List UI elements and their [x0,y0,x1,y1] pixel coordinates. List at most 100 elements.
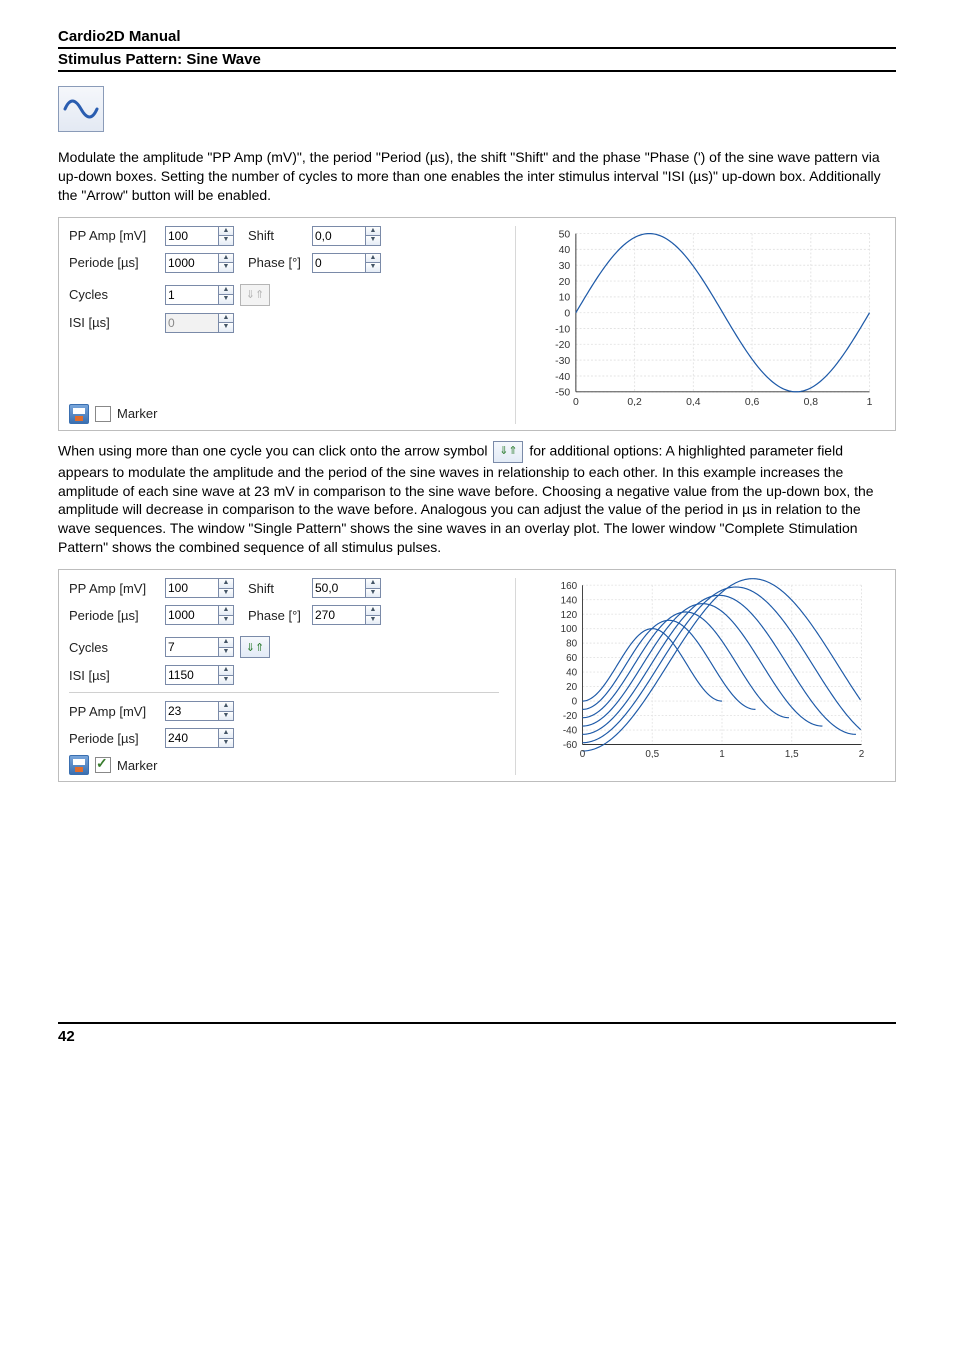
spinner-down-icon[interactable]: ▼ [218,675,234,686]
isi-input[interactable] [165,665,219,685]
pp-amp-input[interactable] [165,578,219,598]
isi-spinner[interactable]: ▲▼ [165,665,234,685]
svg-text:-10: -10 [555,324,570,335]
periode-input[interactable] [165,605,219,625]
svg-text:30: 30 [559,261,571,272]
svg-text:100: 100 [561,624,578,635]
label-isi: ISI [µs] [69,668,159,683]
cycles-spinner[interactable]: ▲▼ [165,637,234,657]
label-phase: Phase [°] [248,608,306,623]
svg-text:40: 40 [566,668,577,679]
svg-text:160: 160 [561,581,578,592]
spinner-down-icon[interactable]: ▼ [365,588,381,599]
phase-spinner[interactable]: ▲▼ [312,253,381,273]
page-number: 42 [58,1022,896,1045]
pp-amp-step-input[interactable] [165,701,219,721]
spinner-down-icon[interactable]: ▼ [218,294,234,305]
spinner-up-icon[interactable]: ▲ [218,253,234,263]
intro-paragraph: Modulate the amplitude "PP Amp (mV)", th… [58,148,896,205]
isi-input [165,313,219,333]
sine-wave-icon [58,86,104,132]
spinner-up-icon[interactable]: ▲ [218,285,234,295]
svg-text:0: 0 [564,308,570,319]
svg-text:2: 2 [859,749,865,758]
spinner-up-icon[interactable]: ▲ [218,605,234,615]
spinner-down-icon[interactable]: ▼ [218,588,234,599]
svg-text:0,6: 0,6 [745,397,760,406]
svg-text:0: 0 [580,749,586,758]
label-marker: Marker [117,406,157,421]
label-shift: Shift [248,581,306,596]
spinner-up-icon[interactable]: ▲ [365,578,381,588]
pp-amp-input[interactable] [165,226,219,246]
shift-input[interactable] [312,226,366,246]
periode-spinner[interactable]: ▲▼ [165,605,234,625]
svg-text:50: 50 [559,229,571,240]
spinner-down-icon[interactable]: ▼ [218,262,234,273]
label-periode: Periode [µs] [69,608,159,623]
phase-spinner[interactable]: ▲▼ [312,605,381,625]
svg-text:-50: -50 [555,387,570,398]
spinner-down-icon[interactable]: ▼ [365,615,381,626]
cycles-spinner[interactable]: ▲▼ [165,285,234,305]
svg-text:80: 80 [566,639,577,650]
spinner-up-icon[interactable]: ▲ [218,728,234,738]
chart-multi: 160140120100806040200-20-40-60 00,511,52 [532,578,885,761]
phase-input[interactable] [312,253,366,273]
svg-text:140: 140 [561,595,578,606]
svg-text:-40: -40 [555,371,570,382]
spinner-down-icon[interactable]: ▼ [218,615,234,626]
pp-amp-spinner[interactable]: ▲▼ [165,578,234,598]
marker-checkbox[interactable] [95,757,111,773]
spinner-up-icon[interactable]: ▲ [218,637,234,647]
label-pp-amp: PP Amp [mV] [69,228,159,243]
shift-input[interactable] [312,578,366,598]
svg-text:60: 60 [566,653,577,664]
spinner-down-icon[interactable]: ▼ [365,235,381,246]
label-cycles: Cycles [69,640,159,655]
arrow-options-button[interactable]: ⇓⇑ [240,636,270,658]
periode-step-input[interactable] [165,728,219,748]
phase-input[interactable] [312,605,366,625]
arrow-options-button: ⇓⇑ [240,284,270,306]
spinner-down-icon[interactable]: ▼ [218,711,234,722]
cycles-input[interactable] [165,637,219,657]
periode-step-spinner[interactable]: ▲▼ [165,728,234,748]
svg-text:-40: -40 [563,726,578,737]
periode-input[interactable] [165,253,219,273]
svg-text:10: 10 [559,292,571,303]
spinner-down-icon[interactable]: ▼ [218,738,234,749]
spinner-up-icon[interactable]: ▲ [365,605,381,615]
spinner-up-icon[interactable]: ▲ [218,226,234,236]
spinner-up-icon[interactable]: ▲ [218,701,234,711]
shift-spinner[interactable]: ▲▼ [312,578,381,598]
mid-paragraph: When using more than one cycle you can c… [58,441,896,557]
marker-checkbox[interactable] [95,406,111,422]
svg-text:-30: -30 [555,356,570,367]
svg-text:1,5: 1,5 [785,749,799,758]
shift-spinner[interactable]: ▲▼ [312,226,381,246]
svg-text:1: 1 [719,749,725,758]
label-periode-step: Periode [µs] [69,731,159,746]
label-shift: Shift [248,228,306,243]
panel-multi-cycle: PP Amp [mV] ▲▼ Shift ▲▼ Periode [µs] [58,569,896,782]
svg-text:-60: -60 [563,740,578,751]
periode-spinner[interactable]: ▲▼ [165,253,234,273]
save-icon[interactable] [69,404,89,424]
spinner-down-icon[interactable]: ▼ [218,647,234,658]
spinner-up-icon[interactable]: ▲ [365,253,381,263]
spinner-up-icon[interactable]: ▲ [365,226,381,236]
svg-text:0,8: 0,8 [804,397,819,406]
doc-title: Cardio2D Manual [58,28,896,49]
pp-amp-step-spinner[interactable]: ▲▼ [165,701,234,721]
pp-amp-spinner[interactable]: ▲▼ [165,226,234,246]
spinner-up-icon[interactable]: ▲ [218,578,234,588]
spinner-up-icon[interactable]: ▲ [218,665,234,675]
arrow-options-icon: ⇓⇑ [493,441,523,463]
label-cycles: Cycles [69,287,159,302]
spinner-down-icon[interactable]: ▼ [365,262,381,273]
save-icon[interactable] [69,755,89,775]
label-pp-amp: PP Amp [mV] [69,581,159,596]
spinner-down-icon[interactable]: ▼ [218,235,234,246]
cycles-input[interactable] [165,285,219,305]
